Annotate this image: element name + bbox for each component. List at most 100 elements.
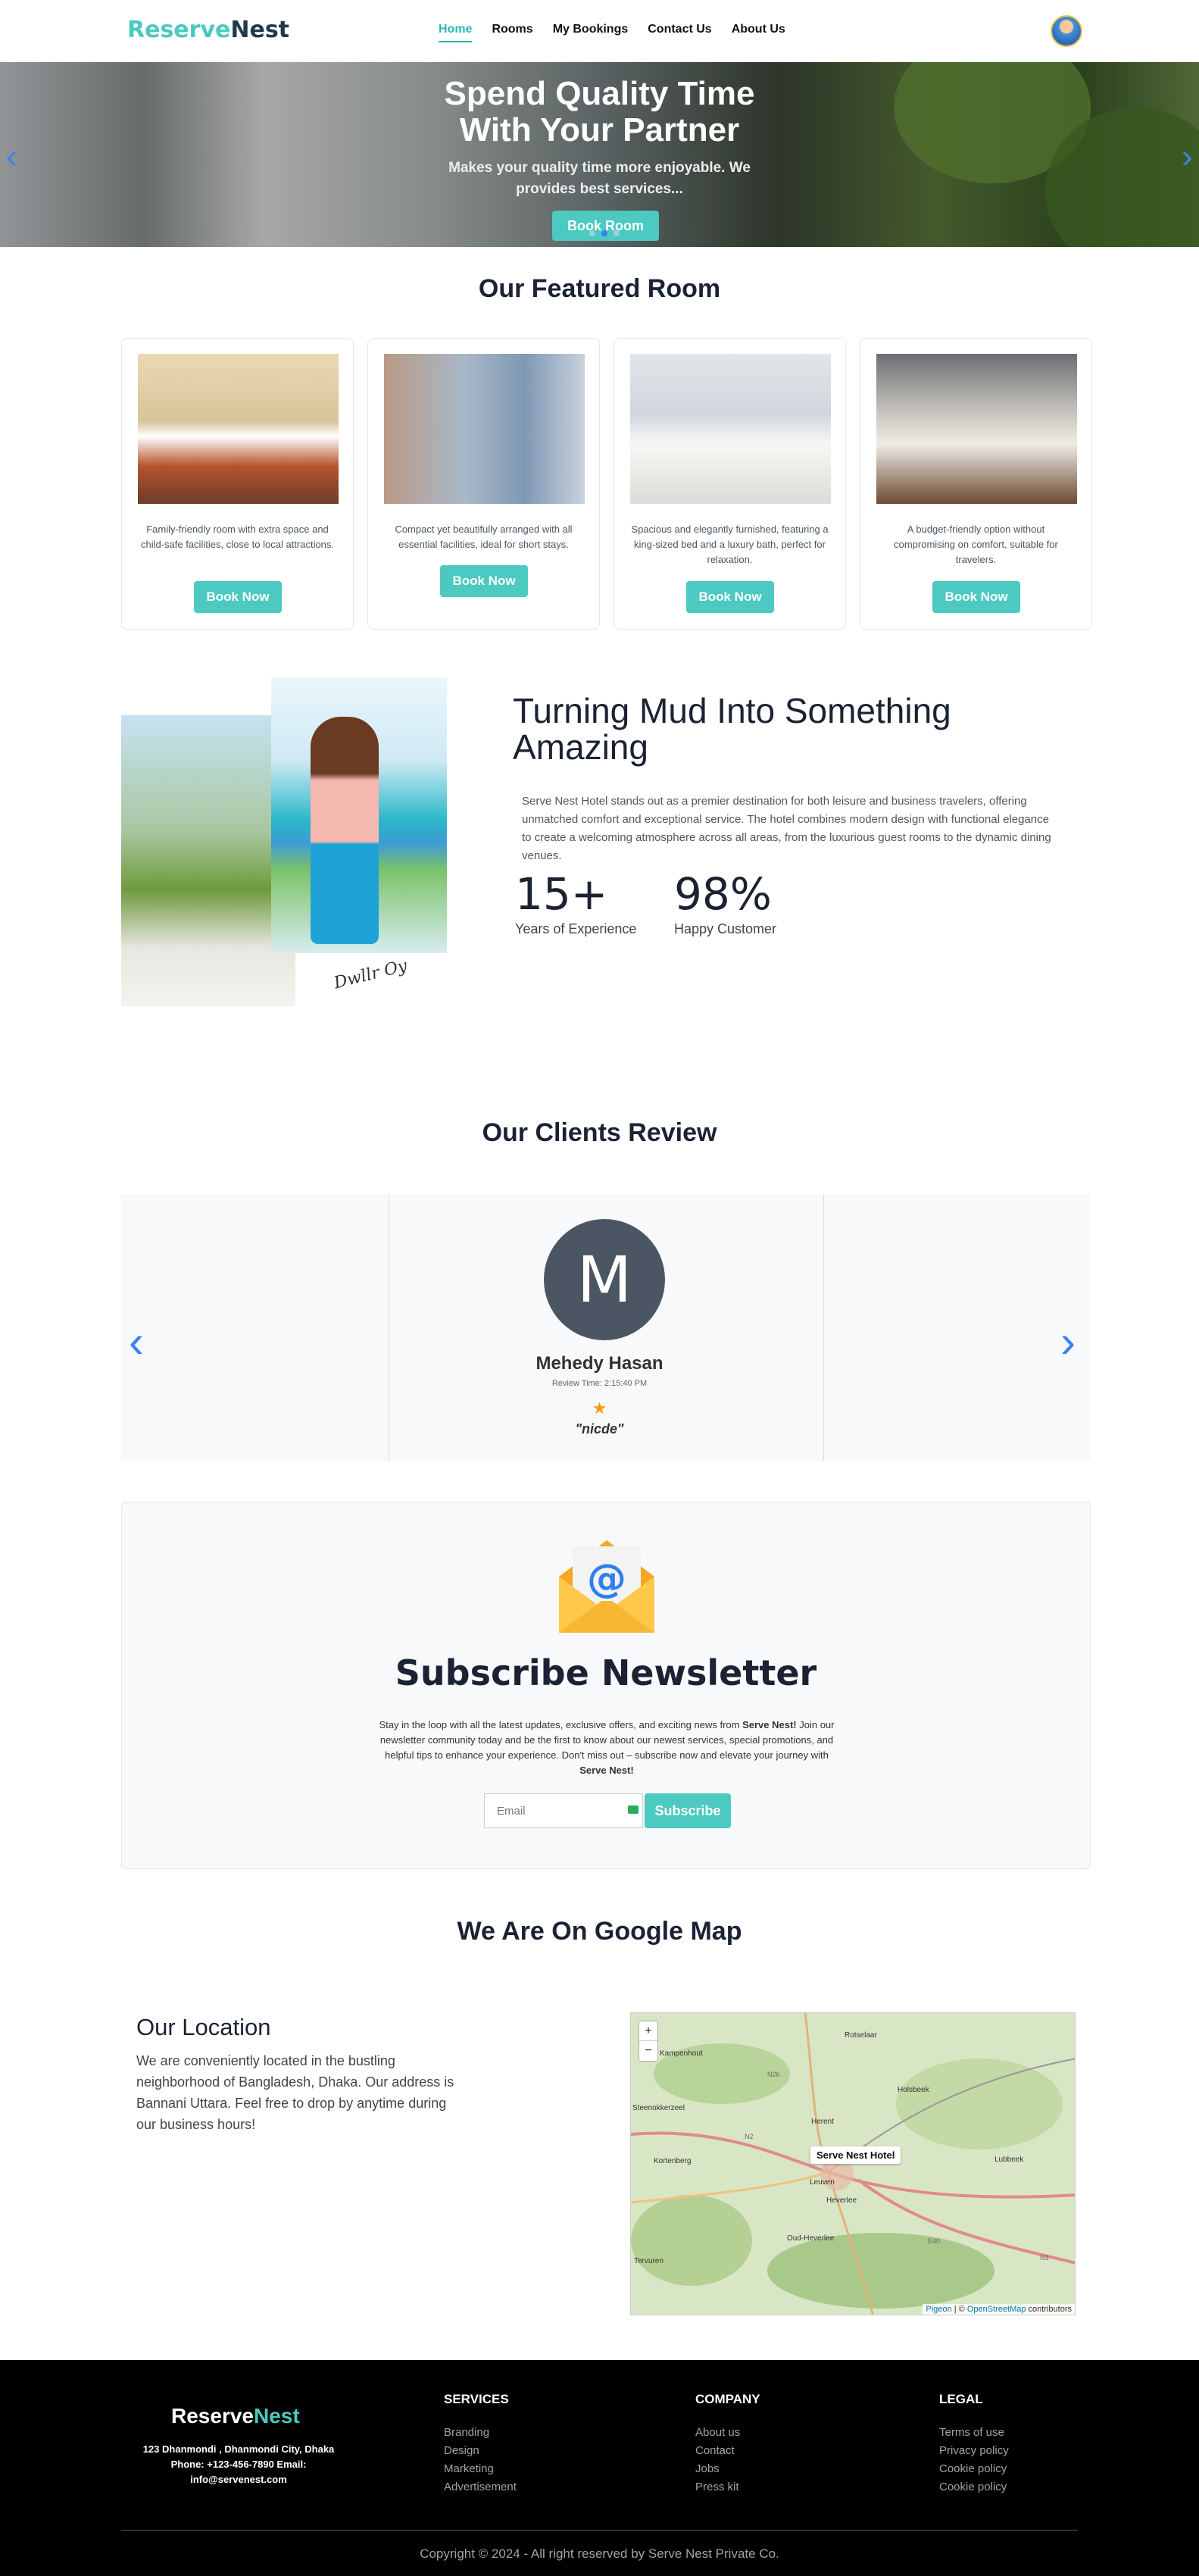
star-icon: ★ xyxy=(592,1399,607,1418)
map-section: We Are On Google Map Our Location We are… xyxy=(0,1871,1199,2362)
email-input[interactable] xyxy=(484,1793,643,1828)
footer-link[interactable]: Advertisement xyxy=(444,2478,517,2496)
section-title: Our Clients Review xyxy=(482,1118,717,1147)
map-road-label: N3 xyxy=(1040,2254,1049,2262)
room-image xyxy=(876,354,1077,504)
review-text: "nicde" xyxy=(575,1421,624,1436)
reviews-section: Our Clients Review M Mehedy Hasan Review… xyxy=(0,1065,1199,1520)
main-nav: Home Rooms My Bookings Contact Us About … xyxy=(439,23,785,42)
room-card: Family-friendly room with extra space an… xyxy=(121,338,354,630)
carousel-dot[interactable] xyxy=(614,230,620,236)
user-avatar[interactable] xyxy=(1051,15,1082,47)
section-title: Our Featured Room xyxy=(478,274,721,303)
carousel-next-icon[interactable]: › xyxy=(1182,138,1193,176)
map-place-label: Kampenhout xyxy=(660,2049,703,2058)
newsletter-title: Subscribe Newsletter xyxy=(395,1652,817,1693)
room-image xyxy=(384,354,585,504)
room-description: Family-friendly room with extra space an… xyxy=(140,524,335,550)
at-symbol: @ xyxy=(587,1556,626,1602)
stat-happy-customer: 98% Happy Customer xyxy=(674,868,777,936)
hero-title: Spend Quality Time With Your Partner xyxy=(444,75,755,148)
book-now-button[interactable]: Book Now xyxy=(194,581,282,613)
room-image xyxy=(138,354,339,504)
book-now-button[interactable]: Book Now xyxy=(686,581,774,613)
footer-col-legal: LEGAL Terms of use Privacy policy Cookie… xyxy=(939,2392,1009,2496)
review-time: Review Time: 2:15:40 PM xyxy=(551,1379,648,1388)
email-autofill-icon[interactable] xyxy=(628,1805,639,1814)
footer-link[interactable]: Cookie policy xyxy=(939,2478,1009,2496)
footer: ReserveNest 123 Dhanmondi , Dhanmondi Ci… xyxy=(0,2360,1199,2576)
footer-link[interactable]: Press kit xyxy=(695,2478,760,2496)
footer-link[interactable]: Terms of use xyxy=(939,2424,1009,2442)
review-prev-icon[interactable]: ‹ xyxy=(129,1315,144,1368)
footer-link[interactable]: Jobs xyxy=(695,2460,760,2478)
footer-divider xyxy=(121,2530,1078,2531)
carousel-dot[interactable] xyxy=(589,230,595,236)
featured-rooms: Our Featured Room Family-friendly room w… xyxy=(0,247,1199,656)
beach-photo xyxy=(121,715,295,1006)
carousel-prev-icon[interactable]: ‹ xyxy=(6,138,17,176)
room-description: Compact yet beautifully arranged with al… xyxy=(395,524,573,550)
review-next-icon[interactable]: › xyxy=(1060,1315,1076,1368)
nav-about-us[interactable]: About Us xyxy=(732,23,785,42)
footer-link[interactable]: Marketing xyxy=(444,2460,517,2478)
reviewer-avatar: M xyxy=(544,1219,665,1340)
room-description: Spacious and elegantly furnished, featur… xyxy=(631,524,829,565)
footer-col-company: COMPANY About us Contact Jobs Press kit xyxy=(695,2392,760,2496)
section-title: We Are On Google Map xyxy=(457,1917,742,1946)
room-card: Compact yet beautifully arranged with al… xyxy=(367,338,600,630)
footer-link[interactable]: About us xyxy=(695,2424,760,2442)
map-place-label: Rotselaar xyxy=(845,2031,877,2040)
book-room-button[interactable]: Book Room xyxy=(552,211,659,241)
footer-link[interactable]: Design xyxy=(444,2442,517,2460)
envelope-icon: @ xyxy=(559,1540,654,1633)
nav-home[interactable]: Home xyxy=(439,23,473,42)
nav-my-bookings[interactable]: My Bookings xyxy=(553,23,629,42)
carousel-dot[interactable] xyxy=(601,230,607,236)
logo[interactable]: ReserveNest xyxy=(127,17,289,43)
footer-link[interactable]: Contact xyxy=(695,2442,760,2460)
about-title: Turning Mud Into Something Amazing xyxy=(513,691,951,767)
newsletter-section: @ Subscribe Newsletter Stay in the loop … xyxy=(121,1502,1091,1869)
zoom-in-button[interactable]: + xyxy=(639,2021,657,2041)
footer-col-services: SERVICES Branding Design Marketing Adver… xyxy=(444,2392,517,2496)
map-place-label: Oud-Heverlee xyxy=(787,2234,835,2243)
map-place-label: Steenokkerzeel xyxy=(632,2104,685,2112)
room-description: A budget-friendly option without comprom… xyxy=(894,524,1058,565)
woman-figure xyxy=(311,717,379,944)
nav-contact-us[interactable]: Contact Us xyxy=(648,23,711,42)
carousel-dots xyxy=(589,230,620,236)
room-image xyxy=(630,354,831,504)
location-title: Our Location xyxy=(136,2014,271,2040)
zoom-controls: + − xyxy=(639,2021,658,2062)
map-place-label: Kortenberg xyxy=(654,2157,691,2165)
map-tiles: Kampenhout Rotselaar Holsbeek Herent Ste… xyxy=(631,2013,1075,2315)
copyright: Copyright © 2024 - All right reserved by… xyxy=(420,2546,779,2561)
nav-rooms[interactable]: Rooms xyxy=(492,23,532,42)
map-place-label: Heverlee xyxy=(826,2196,857,2205)
book-now-button[interactable]: Book Now xyxy=(440,565,528,597)
newsletter-text: Stay in the loop with all the latest upd… xyxy=(379,1719,835,1776)
zoom-out-button[interactable]: − xyxy=(639,2041,657,2061)
reviewer-name: Mehedy Hasan xyxy=(535,1353,664,1374)
footer-link[interactable]: Branding xyxy=(444,2424,517,2442)
about-section: Dwllr Oy Turning Mud Into Something Amaz… xyxy=(0,656,1199,1065)
subscribe-button[interactable]: Subscribe xyxy=(645,1793,731,1828)
map-place-label: Herent xyxy=(811,2118,834,2126)
map-widget[interactable]: Kampenhout Rotselaar Holsbeek Herent Ste… xyxy=(630,2012,1076,2315)
map-road-label: N26 xyxy=(767,2071,780,2078)
footer-logo[interactable]: ReserveNest xyxy=(171,2404,300,2428)
footer-link[interactable]: Cookie policy xyxy=(939,2460,1009,2478)
signature: Dwllr Oy xyxy=(332,956,410,993)
hero-carousel: Spend Quality Time With Your Partner Make… xyxy=(0,62,1199,247)
map-marker-label[interactable]: Serve Nest Hotel xyxy=(810,2146,901,2164)
map-attribution: Pigeon | © OpenStreetMap contributors xyxy=(923,2304,1075,2315)
location-text: We are conveniently located in the bustl… xyxy=(136,2053,454,2132)
footer-link[interactable]: Privacy policy xyxy=(939,2442,1009,2460)
book-now-button[interactable]: Book Now xyxy=(932,581,1020,613)
map-place-label: Holsbeek xyxy=(898,2086,930,2094)
map-place-label: Lubbeek xyxy=(994,2156,1024,2164)
stat-experience: 15+ Years of Experience xyxy=(515,868,637,936)
room-card: Spacious and elegantly furnished, featur… xyxy=(614,338,846,630)
map-place-label: Leuven xyxy=(810,2178,835,2187)
